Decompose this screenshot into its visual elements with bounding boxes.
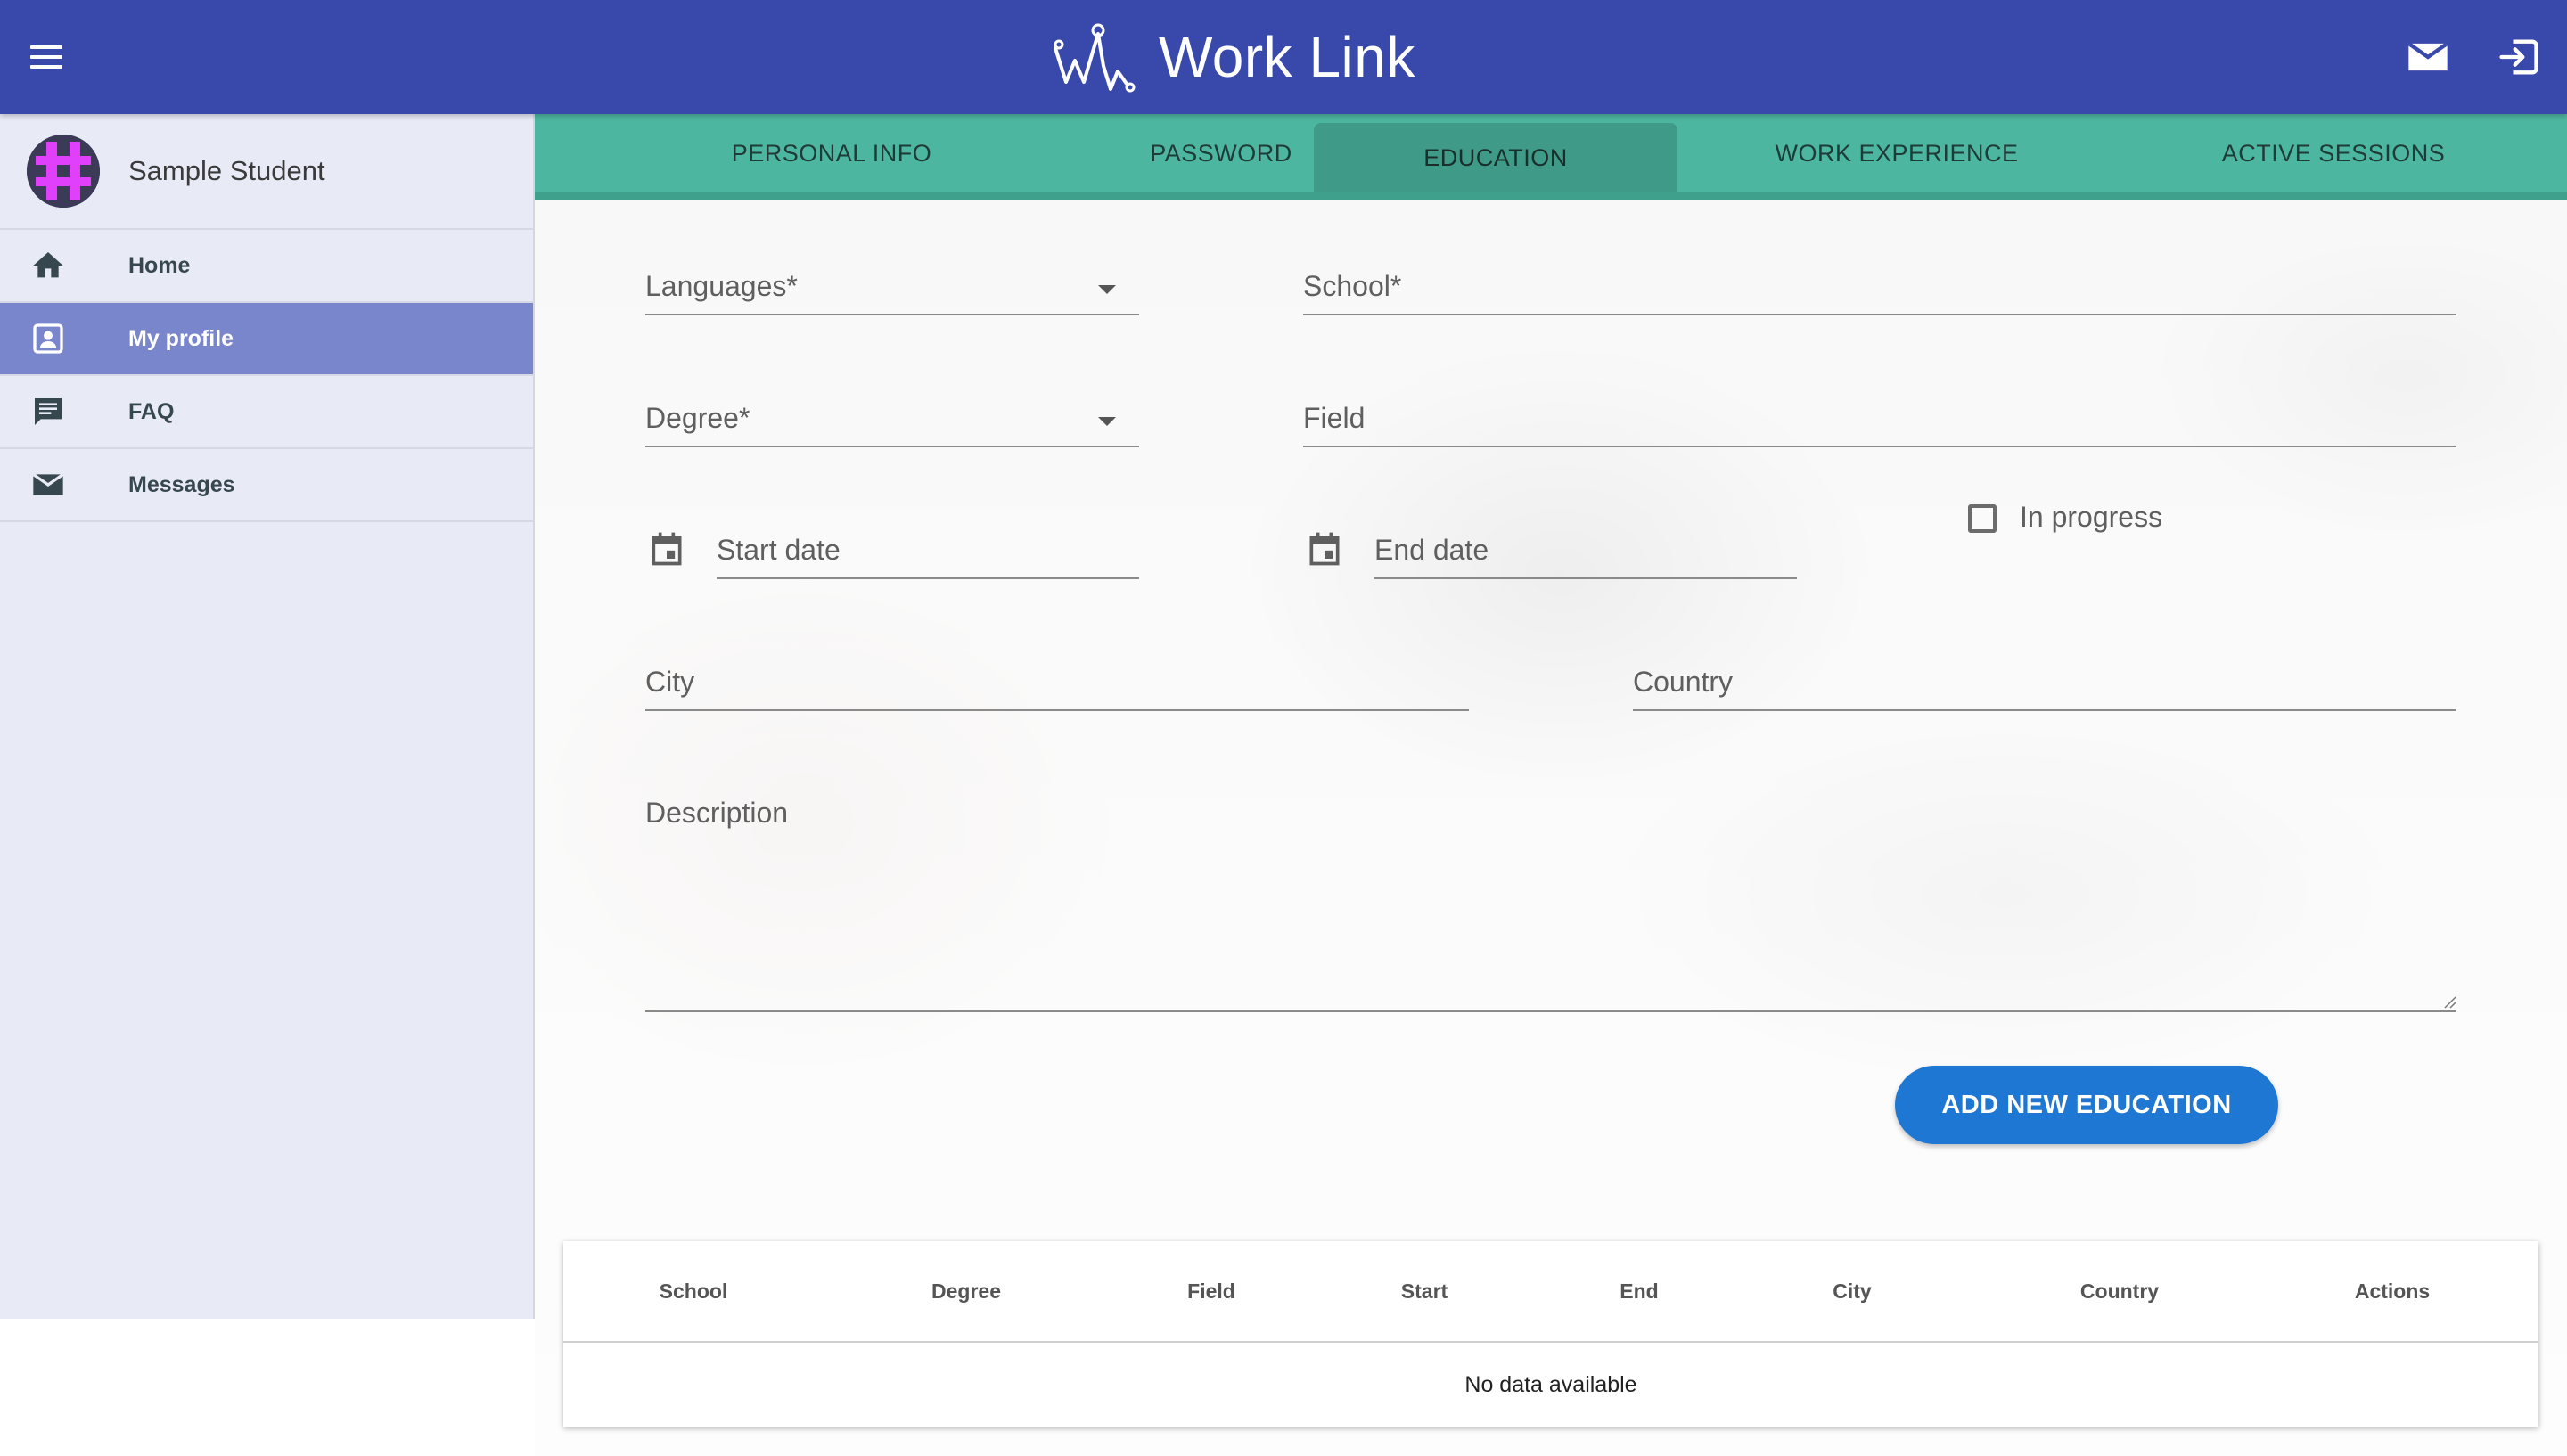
calendar-icon[interactable] xyxy=(647,529,686,568)
country-label: Country xyxy=(1633,666,1734,698)
add-new-education-button[interactable]: ADD NEW EDUCATION xyxy=(1895,1066,2278,1144)
tab-work-experience[interactable]: WORK EXPERIENCE xyxy=(1677,114,2116,192)
app-bar: Work Link xyxy=(0,0,2567,114)
avatar xyxy=(27,135,100,208)
logout-icon[interactable] xyxy=(2496,34,2542,80)
end-date-label: End date xyxy=(1374,534,1489,566)
sidebar-item-label: My profile xyxy=(128,325,234,351)
user-name: Sample Student xyxy=(128,155,325,186)
sidebar-item-label: Messages xyxy=(128,471,235,497)
field-input[interactable]: Field xyxy=(1303,381,2456,447)
column-header-degree[interactable]: Degree xyxy=(872,1241,1061,1341)
school-label: School* xyxy=(1303,270,1402,302)
degree-select[interactable]: Degree* xyxy=(645,381,1139,447)
calendar-icon[interactable] xyxy=(1305,529,1344,568)
mail-icon[interactable] xyxy=(2405,34,2451,80)
mail-icon xyxy=(32,472,64,495)
column-header-country[interactable]: Country xyxy=(2039,1241,2200,1341)
column-header-city[interactable]: City xyxy=(1790,1241,1915,1341)
column-header-start[interactable]: Start xyxy=(1353,1241,1496,1341)
in-progress-checkbox[interactable] xyxy=(1968,504,1997,533)
sidebar: Sample Student Home My profile FAQ Messa… xyxy=(0,114,535,1319)
field-label: Field xyxy=(1303,402,1366,434)
profile-header[interactable]: Sample Student xyxy=(0,114,533,230)
description-textarea[interactable]: Description xyxy=(645,777,2456,1012)
table-header: School Degree Field Start End City Count… xyxy=(563,1241,2538,1343)
resize-handle-icon[interactable] xyxy=(2440,993,2456,1009)
app-title: Work Link xyxy=(1159,25,1415,89)
column-header-actions: Actions xyxy=(2354,1279,2431,1303)
degree-label: Degree* xyxy=(645,402,750,434)
sidebar-item-label: FAQ xyxy=(128,398,175,424)
sidebar-item-my-profile[interactable]: My profile xyxy=(0,303,533,376)
tab-personal-info[interactable]: PERSONAL INFO xyxy=(620,114,1043,192)
description-label: Description xyxy=(645,797,789,829)
sidebar-item-home[interactable]: Home xyxy=(0,230,533,303)
sidebar-item-messages[interactable]: Messages xyxy=(0,449,533,522)
brand: Work Link xyxy=(1052,16,1415,98)
column-header-field[interactable]: Field xyxy=(1140,1241,1283,1341)
education-table: School Degree Field Start End City Count… xyxy=(563,1241,2538,1427)
languages-label: Languages* xyxy=(645,270,798,302)
tab-education[interactable]: EDUCATION xyxy=(1314,123,1677,192)
contact-card-icon xyxy=(33,323,63,354)
sidebar-item-label: Home xyxy=(128,252,191,278)
city-input[interactable]: City xyxy=(645,645,1469,711)
end-date-input[interactable]: End date xyxy=(1374,513,1797,579)
tab-active-sessions[interactable]: ACTIVE SESSIONS xyxy=(2116,114,2551,192)
table-empty-message: No data available xyxy=(1464,1371,1637,1397)
chevron-down-icon xyxy=(1098,285,1116,294)
avatar-pattern-icon xyxy=(27,135,100,208)
column-header-school[interactable]: School xyxy=(599,1241,788,1341)
country-input[interactable]: Country xyxy=(1633,645,2456,711)
chevron-down-icon xyxy=(1098,417,1116,426)
start-date-input[interactable]: Start date xyxy=(717,513,1139,579)
menu-icon[interactable] xyxy=(29,39,64,75)
languages-select[interactable]: Languages* xyxy=(645,249,1139,315)
start-date-label: Start date xyxy=(717,534,841,566)
profile-tabs: PERSONAL INFO PASSWORD EDUCATION WORK EX… xyxy=(535,114,2567,200)
work-link-logo-icon xyxy=(1054,23,1136,93)
chat-icon xyxy=(35,398,62,425)
city-label: City xyxy=(645,666,695,698)
column-header-end[interactable]: End xyxy=(1586,1241,1693,1341)
sidebar-item-faq[interactable]: FAQ xyxy=(0,376,533,449)
home-icon xyxy=(33,252,63,278)
school-input[interactable]: School* xyxy=(1303,249,2456,315)
